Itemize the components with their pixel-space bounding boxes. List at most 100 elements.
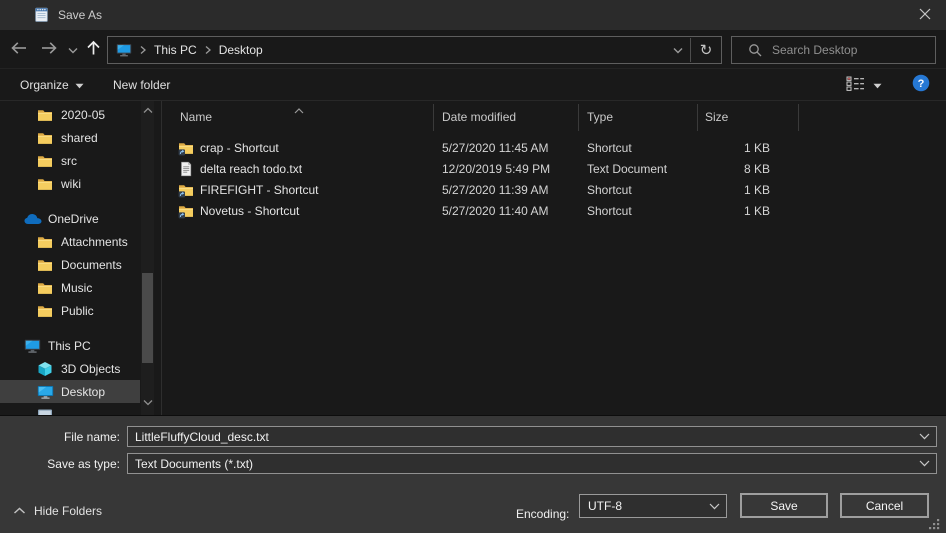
up-button[interactable] (84, 40, 102, 58)
file-size: 1 KB (697, 179, 798, 200)
folder-icon (37, 176, 55, 192)
forward-button[interactable] (36, 41, 62, 57)
file-size: 1 KB (697, 137, 798, 158)
close-button[interactable] (909, 4, 941, 27)
sidebar-item[interactable]: Desktop (0, 380, 140, 403)
file-size: 8 KB (697, 158, 798, 179)
search-input[interactable] (770, 42, 929, 58)
close-icon (919, 8, 931, 23)
file-date-modified: 5/27/2020 11:39 AM (433, 179, 578, 200)
file-name-label: File name: (0, 430, 120, 444)
file-row[interactable]: delta reach todo.txt 12/20/2019 5:49 PM … (165, 158, 946, 179)
save-button[interactable]: Save (740, 493, 828, 518)
folder-shortcut-icon (178, 203, 194, 219)
sidebar-item[interactable]: 2020-05 (0, 103, 140, 126)
breadcrumb-chevron-icon (204, 45, 212, 55)
sidebar-item[interactable]: Documents (0, 253, 140, 276)
folder-shortcut-icon (178, 140, 194, 156)
hide-folders-button[interactable]: Hide Folders (13, 504, 102, 518)
breadcrumb-chevron-icon (139, 45, 147, 55)
svg-text:?: ? (918, 78, 925, 90)
sidebar-scrollbar-thumb[interactable] (142, 273, 153, 363)
view-options-button[interactable] (846, 75, 882, 95)
resize-grip-icon[interactable] (929, 519, 941, 531)
chevron-down-icon[interactable] (912, 433, 936, 440)
chevron-down-icon (673, 43, 683, 57)
file-row[interactable]: FIREFIGHT - Shortcut 5/27/2020 11:39 AM … (165, 179, 946, 200)
notepad-icon (33, 6, 50, 23)
column-header-type[interactable]: Type (578, 101, 697, 133)
forward-arrow-icon (39, 40, 59, 59)
file-row[interactable]: Novetus - Shortcut 5/27/2020 11:40 AM Sh… (165, 200, 946, 221)
command-toolbar: Organize New folder ? (0, 68, 946, 101)
chevron-up-icon (13, 504, 26, 518)
help-icon: ? (912, 74, 930, 95)
file-date-modified: 12/20/2019 5:49 PM (433, 158, 578, 179)
search-icon (748, 43, 762, 57)
sidebar-item[interactable]: shared (0, 126, 140, 149)
scroll-down-icon[interactable] (142, 399, 153, 409)
chevron-down-icon[interactable] (912, 460, 936, 467)
sidebar-item[interactable]: Music (0, 276, 140, 299)
organize-label: Organize (20, 78, 69, 92)
encoding-select[interactable]: UTF-8 (579, 494, 727, 518)
onedrive-icon (24, 211, 42, 227)
column-divider[interactable] (578, 104, 579, 131)
breadcrumb-this-pc[interactable]: This PC (154, 43, 197, 57)
pane-divider (161, 101, 162, 415)
folder-shortcut-icon (178, 182, 194, 198)
details-view-icon (846, 76, 865, 94)
sidebar-item[interactable]: src (0, 149, 140, 172)
cube-icon (37, 361, 55, 377)
folder-icon (37, 303, 55, 319)
column-header-size[interactable]: Size (697, 101, 798, 133)
file-name: Novetus - Shortcut (200, 204, 299, 218)
new-folder-button[interactable]: New folder (113, 75, 170, 95)
save-as-type-select[interactable]: Text Documents (*.txt) (127, 453, 937, 474)
folder-icon (37, 153, 55, 169)
back-arrow-icon (9, 40, 29, 59)
recent-locations-button[interactable] (66, 46, 80, 54)
address-dropdown-button[interactable] (666, 43, 690, 57)
new-folder-label: New folder (113, 78, 170, 92)
sidebar-scrollbar[interactable] (141, 101, 154, 415)
file-name: delta reach todo.txt (200, 162, 302, 176)
content-area: 2020-05 shared src wiki OneDrive (0, 101, 946, 415)
column-header-date-modified[interactable]: Date modified (433, 101, 578, 133)
scroll-up-icon[interactable] (142, 107, 153, 117)
up-arrow-icon (85, 39, 102, 60)
column-divider[interactable] (697, 104, 698, 131)
cancel-button[interactable]: Cancel (840, 493, 929, 518)
sidebar-item[interactable]: wiki (0, 172, 140, 195)
this-pc-icon (116, 42, 132, 58)
file-type: Shortcut (578, 137, 697, 158)
breadcrumb-desktop[interactable]: Desktop (219, 43, 263, 57)
file-type: Shortcut (578, 179, 697, 200)
file-date-modified: 5/27/2020 11:40 AM (433, 200, 578, 221)
column-divider[interactable] (433, 104, 434, 131)
save-as-type-label: Save as type: (0, 457, 120, 471)
sidebar-item[interactable]: 3D Objects (0, 357, 140, 380)
sidebar-item[interactable] (0, 403, 140, 415)
chevron-down-icon[interactable] (702, 503, 726, 510)
sidebar-item[interactable]: Public (0, 299, 140, 322)
organize-button[interactable]: Organize (20, 75, 84, 95)
file-row[interactable]: crap - Shortcut 5/27/2020 11:45 AM Short… (165, 137, 946, 158)
help-button[interactable]: ? (912, 74, 930, 94)
save-as-dialog: Save As This PC Desktop ↻ Organize (0, 0, 946, 533)
sidebar-item[interactable]: OneDrive (0, 207, 140, 230)
back-button[interactable] (6, 41, 32, 57)
titlebar: Save As (0, 0, 946, 30)
sidebar-item[interactable]: This PC (0, 334, 140, 357)
column-divider[interactable] (798, 104, 799, 131)
sidebar-item[interactable]: Attachments (0, 230, 140, 253)
file-name-field[interactable] (127, 426, 937, 447)
search-box[interactable] (731, 36, 936, 64)
file-list: crap - Shortcut 5/27/2020 11:45 AM Short… (165, 137, 946, 221)
refresh-button[interactable]: ↻ (691, 37, 721, 63)
encoding-label: Encoding: (516, 507, 569, 521)
file-name-input[interactable] (128, 430, 912, 444)
folder-icon (37, 107, 55, 123)
file-type: Text Document (578, 158, 697, 179)
address-bar[interactable]: This PC Desktop ↻ (107, 36, 722, 64)
